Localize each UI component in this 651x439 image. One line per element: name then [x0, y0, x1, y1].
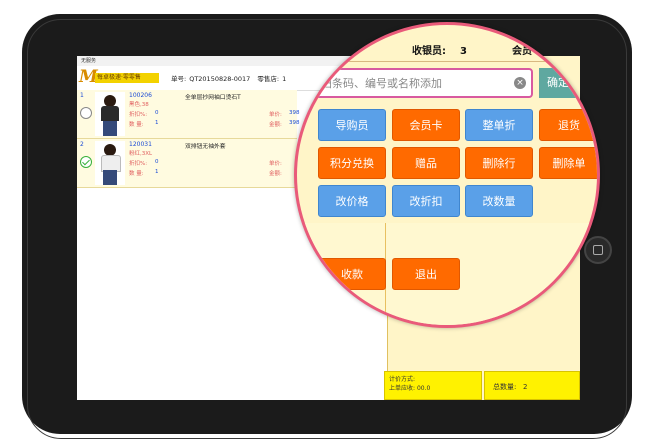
qty-value[interactable]: 1 [155, 120, 159, 126]
cashier-info: 收银员: 3 [412, 42, 467, 57]
pricing-summary: 计价方式: 上单应收: 00.0 [384, 371, 482, 400]
divider [297, 61, 597, 62]
product-thumbnail [95, 92, 125, 136]
select-radio[interactable] [80, 107, 92, 119]
discount-value[interactable]: 0 [155, 159, 159, 165]
amount-label: 金额: [269, 122, 282, 128]
gift-button[interactable]: 赠品 [392, 147, 460, 179]
total-qty-value: 2 [523, 383, 528, 391]
search-input[interactable] [319, 73, 513, 95]
clear-icon[interactable]: × [514, 77, 526, 89]
discount-label: 折扣%: [129, 161, 148, 167]
discount-value[interactable]: 0 [155, 110, 159, 116]
product-thumbnail [95, 141, 125, 185]
search-box[interactable]: × [311, 68, 533, 98]
total-summary: 总数量: 2 [484, 371, 580, 400]
qty-value[interactable]: 1 [155, 169, 159, 175]
product-name: 全单层抄网袖口烫石T [185, 95, 241, 101]
cart-item[interactable]: 1 100206 黑色,38 全单层抄网袖口烫石T 折扣%: 0 数 量: 1 … [77, 90, 300, 139]
last-order-row: 上单应收: 00.0 [389, 384, 477, 393]
cashier-label: 收银员: [412, 46, 446, 57]
order-number: QT20150828-0017 [189, 75, 251, 83]
select-radio-checked[interactable] [80, 156, 92, 168]
magnifier-lens: 收银员: 3 会员 × 确定 导购员 会员卡 整单折 退货 积分兑换 赠品 删除行… [294, 22, 600, 328]
product-variant: 粉红,3XL [129, 151, 153, 157]
product-code: 120031 [129, 141, 152, 148]
product-code: 100206 [129, 92, 152, 99]
checkout-button[interactable]: 收款 [318, 258, 386, 290]
qty-label: 数 量: [129, 122, 144, 128]
change-discount-button[interactable]: 改折扣 [392, 185, 460, 217]
order-discount-button[interactable]: 整单折 [465, 109, 533, 141]
guide-button[interactable]: 导购员 [318, 109, 386, 141]
amount-label: 金额: [269, 171, 282, 177]
qty-label: 数 量: [129, 171, 144, 177]
pricing-method-label: 计价方式: [389, 376, 416, 383]
cashier-value: 3 [460, 46, 467, 57]
magnified-panel: 收银员: 3 会员 × 确定 导购员 会员卡 整单折 退货 积分兑换 赠品 删除行… [297, 25, 597, 325]
last-order-value: 00.0 [416, 385, 431, 392]
delete-row-button[interactable]: 删除行 [465, 147, 533, 179]
delete-order-button[interactable]: 删除单 [539, 147, 597, 179]
item-index: 2 [80, 141, 84, 148]
product-variant: 黑色,38 [129, 102, 149, 108]
product-name: 双排钮无袖外套 [185, 144, 226, 150]
discount-label: 折扣%: [129, 112, 148, 118]
last-order-label: 上单应收: [389, 385, 416, 392]
change-quantity-button[interactable]: 改数量 [465, 185, 533, 217]
total-qty-label: 总数量: [493, 383, 517, 391]
item-index: 1 [80, 92, 84, 99]
unit-price-label: 单价: [269, 112, 282, 118]
member-label: 会员 [512, 46, 532, 57]
logo-text: 每卓极速·零零售 [95, 73, 159, 83]
change-price-button[interactable]: 改价格 [318, 185, 386, 217]
unit-price-label: 单价: [269, 161, 282, 167]
points-exchange-button[interactable]: 积分兑换 [318, 147, 386, 179]
cart-item[interactable]: 2 120031 粉红,3XL 双排钮无袖外套 折扣%: 0 数 量: 1 单价… [77, 139, 297, 188]
return-button[interactable]: 退货 [539, 109, 597, 141]
store-label: 零售店: [257, 75, 280, 83]
cart-list: 1 100206 黑色,38 全单层抄网袖口烫石T 折扣%: 0 数 量: 1 … [77, 90, 300, 400]
order-label: 单号: [171, 75, 187, 83]
app-logo: M 每卓极速·零零售 [79, 67, 161, 87]
store-number: 1 [282, 75, 287, 83]
confirm-button[interactable]: 确定 [539, 68, 597, 98]
exit-button[interactable]: 退出 [392, 258, 460, 290]
order-info: 单号: QT20150828-0017 零售店: 1 [171, 73, 289, 83]
carrier-label: 无服务 [81, 58, 97, 64]
member-card-button[interactable]: 会员卡 [392, 109, 460, 141]
